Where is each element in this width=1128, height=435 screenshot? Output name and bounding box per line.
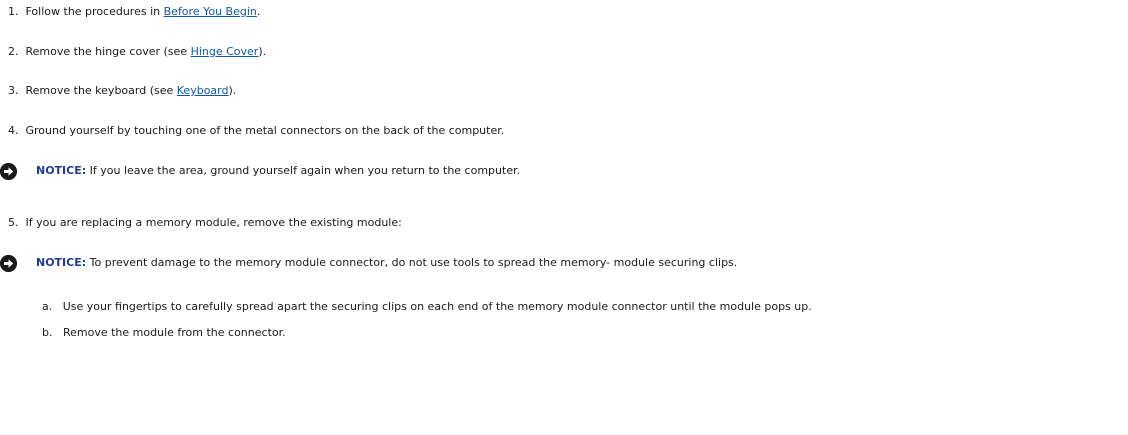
hinge-cover-link[interactable]: Hinge Cover	[191, 45, 259, 58]
step-text: If you are replacing a memory module, re…	[25, 216, 402, 229]
step-4: 4. Ground yourself by touching one of th…	[8, 124, 504, 138]
substep-letter: a.	[42, 300, 53, 313]
before-you-begin-link[interactable]: Before You Begin	[164, 5, 257, 18]
step-5: 5. If you are replacing a memory module,…	[8, 216, 402, 230]
notice-arrow-icon	[0, 255, 17, 272]
notice-text: To prevent damage to the memory module c…	[86, 256, 738, 269]
notice-2: NOTICE: To prevent damage to the memory …	[36, 256, 737, 270]
step-2: 2. Remove the hinge cover (see Hinge Cov…	[8, 45, 266, 59]
step-text-end: ).	[228, 84, 237, 97]
notice-1: NOTICE: If you leave the area, ground yo…	[36, 164, 520, 178]
step-text: Follow the procedures in	[25, 5, 164, 18]
step-number: 3.	[8, 84, 19, 97]
substep-letter: b.	[42, 326, 53, 339]
step-number: 5.	[8, 216, 19, 229]
substep-text: Use your fingertips to carefully spread …	[62, 300, 812, 313]
step-number: 1.	[8, 5, 19, 18]
notice-label: NOTICE:	[36, 256, 87, 269]
notice-label: NOTICE:	[36, 164, 87, 177]
notice-arrow-icon	[0, 163, 17, 180]
substep-a: a. Use your fingertips to carefully spre…	[42, 300, 812, 314]
step-number: 4.	[8, 124, 19, 137]
step-1: 1. Follow the procedures in Before You B…	[8, 5, 260, 19]
step-text: Remove the keyboard (see	[25, 84, 177, 97]
notice-text: If you leave the area, ground yourself a…	[86, 164, 521, 177]
substep-text: Remove the module from the connector.	[62, 326, 286, 339]
step-text: Ground yourself by touching one of the m…	[25, 124, 505, 137]
keyboard-link[interactable]: Keyboard	[177, 84, 229, 97]
procedure-document: 1. Follow the procedures in Before You B…	[0, 0, 1128, 435]
step-3: 3. Remove the keyboard (see Keyboard).	[8, 84, 236, 98]
step-text-end: .	[256, 5, 261, 18]
substep-b: b. Remove the module from the connector.	[42, 326, 286, 340]
step-number: 2.	[8, 45, 19, 58]
step-text-end: ).	[258, 45, 267, 58]
step-text: Remove the hinge cover (see	[25, 45, 191, 58]
